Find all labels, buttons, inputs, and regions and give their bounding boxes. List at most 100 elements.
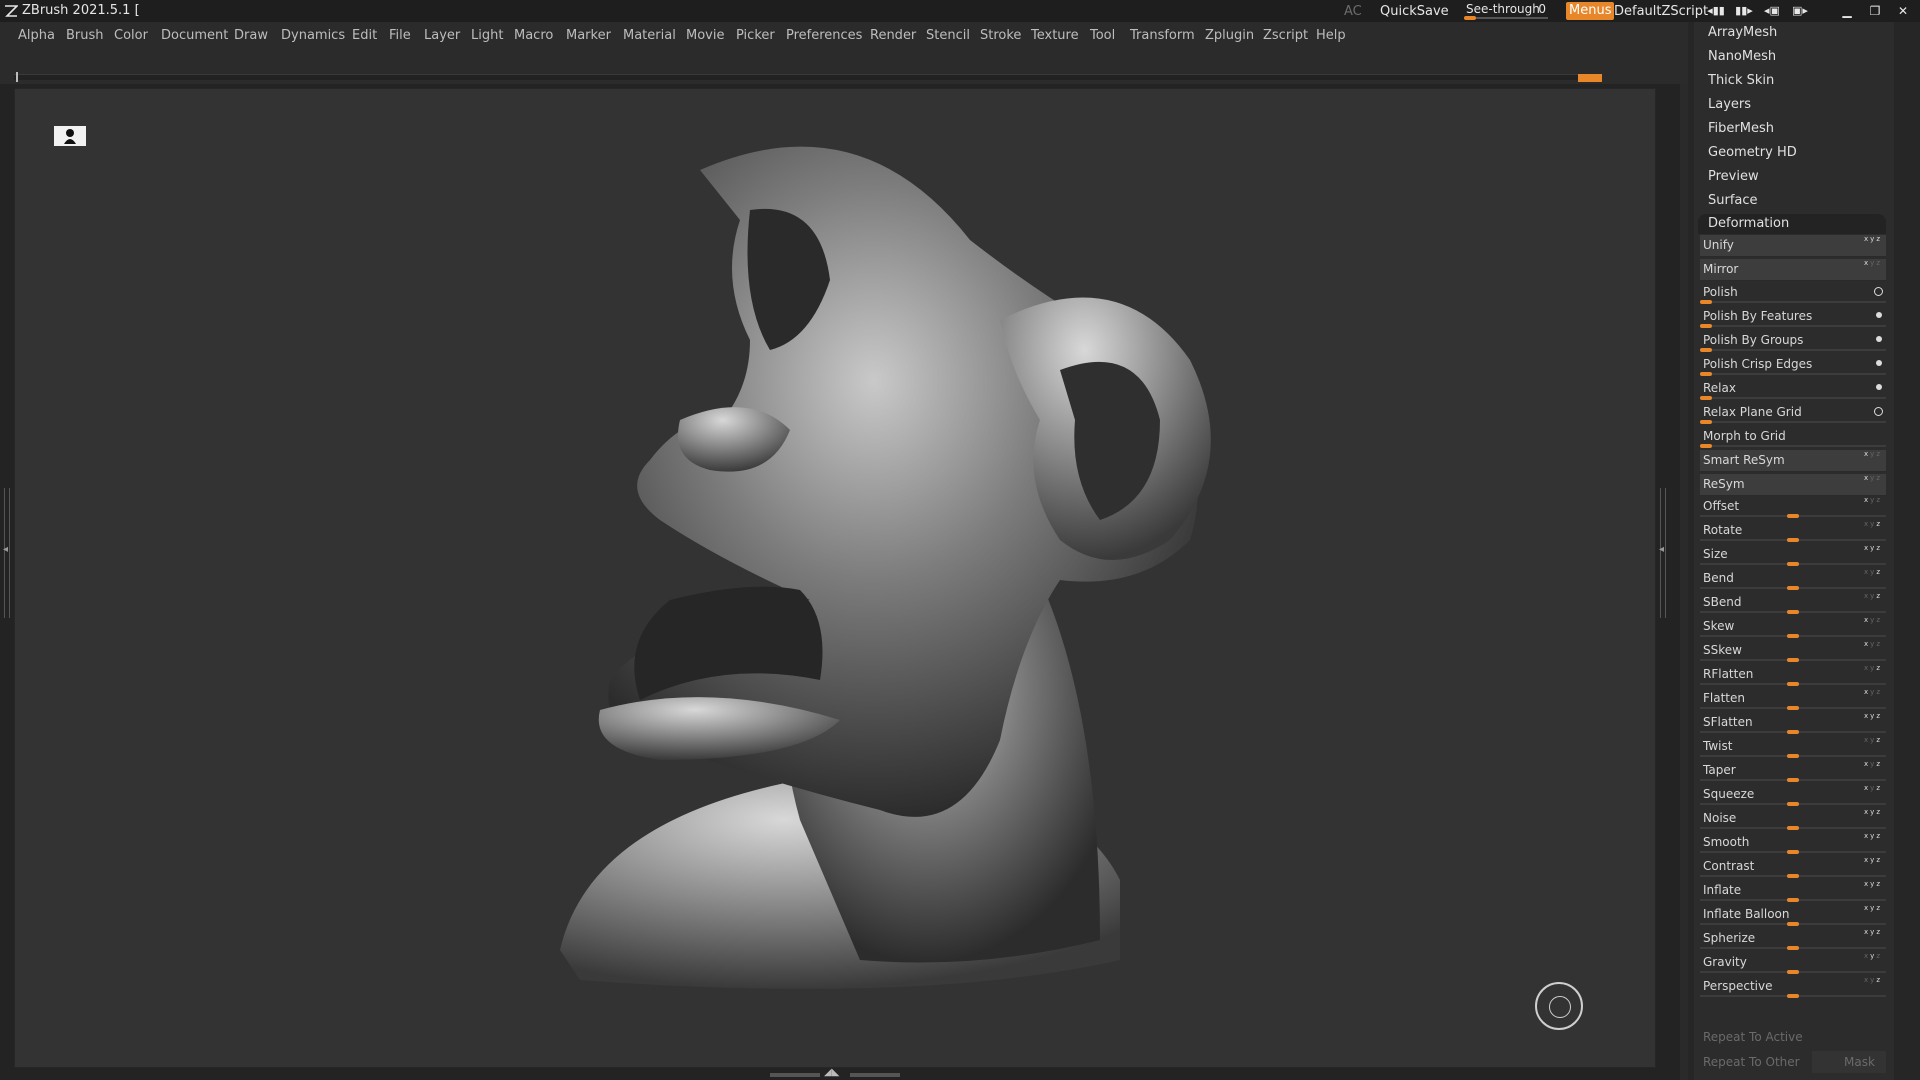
relax-dot-icon[interactable] xyxy=(1876,384,1882,390)
minimize-icon[interactable]: ▁ xyxy=(1838,2,1856,20)
menu-movie[interactable]: Movie xyxy=(686,28,724,43)
ui-swap-left-icon[interactable]: ◂▣ xyxy=(1762,3,1782,19)
layout-next-icon[interactable]: ▮▮▸ xyxy=(1734,3,1754,19)
menu-stroke[interactable]: Stroke xyxy=(980,28,1021,43)
inflate-knob[interactable] xyxy=(1787,898,1799,902)
menus-toggle-button[interactable]: Menus xyxy=(1566,2,1615,20)
morph-to-grid-slider[interactable]: Morph to Grid xyxy=(1700,426,1886,448)
taper-axis-icons[interactable]: xyz xyxy=(1864,760,1882,768)
noise-axis-icons[interactable]: xyz xyxy=(1864,808,1882,816)
twist-axis-icons[interactable]: xyz xyxy=(1864,736,1882,744)
relax-knob[interactable] xyxy=(1700,396,1712,400)
ac-toggle[interactable]: AC xyxy=(1344,2,1362,20)
gravity-slider[interactable]: Gravity xyz xyxy=(1700,952,1886,974)
left-tray-grip[interactable]: ◂ xyxy=(3,488,10,618)
size-knob[interactable] xyxy=(1787,562,1799,566)
contrast-slider[interactable]: Contrast xyz xyxy=(1700,856,1886,878)
menu-tool[interactable]: Tool xyxy=(1090,28,1115,43)
sbend-slider[interactable]: SBend xyz xyxy=(1700,592,1886,614)
rflatten-axis-icons[interactable]: xyz xyxy=(1864,664,1882,672)
polish-crisp-edges-slider[interactable]: Polish Crisp Edges xyxy=(1700,354,1886,376)
see-through-slider[interactable]: See-through 0 xyxy=(1460,1,1552,21)
size-slider[interactable]: Size xyz xyxy=(1700,544,1886,566)
deformation-title[interactable]: Deformation xyxy=(1708,216,1789,231)
inflate-balloon-axis-icons[interactable]: xyz xyxy=(1864,904,1882,912)
menu-color[interactable]: Color xyxy=(114,28,148,43)
subpalette-preview[interactable]: Preview xyxy=(1708,169,1759,184)
noise-slider[interactable]: Noise xyz xyxy=(1700,808,1886,830)
bend-slider[interactable]: Bend xyz xyxy=(1700,568,1886,590)
unify-axis-icons[interactable]: xyz xyxy=(1864,235,1882,243)
polish-by-groups-dot-icon[interactable] xyxy=(1876,336,1882,342)
sflatten-knob[interactable] xyxy=(1787,730,1799,734)
contrast-axis-icons[interactable]: xyz xyxy=(1864,856,1882,864)
taper-slider[interactable]: Taper xyz xyxy=(1700,760,1886,782)
sflatten-slider[interactable]: SFlatten xyz xyxy=(1700,712,1886,734)
repeat-to-other-button[interactable]: Repeat To Other xyxy=(1703,1055,1800,1069)
rotate-axis-icons[interactable]: xyz xyxy=(1864,520,1882,528)
rflatten-slider[interactable]: RFlatten xyz xyxy=(1700,664,1886,686)
offset-axis-icons[interactable]: xyz xyxy=(1864,496,1882,504)
sskew-knob[interactable] xyxy=(1787,658,1799,662)
menu-document[interactable]: Document xyxy=(161,28,228,43)
inflate-balloon-knob[interactable] xyxy=(1787,922,1799,926)
polish-slider[interactable]: Polish xyxy=(1700,282,1886,304)
gravity-knob[interactable] xyxy=(1787,970,1799,974)
morph-to-grid-knob[interactable] xyxy=(1700,444,1712,448)
menu-help[interactable]: Help xyxy=(1316,28,1346,43)
bend-knob[interactable] xyxy=(1787,586,1799,590)
menu-material[interactable]: Material xyxy=(623,28,676,43)
layout-prev-icon[interactable]: ◂▮▮ xyxy=(1706,3,1726,19)
timeline-marker[interactable] xyxy=(1578,74,1602,82)
subpalette-thick-skin[interactable]: Thick Skin xyxy=(1708,73,1774,88)
subpalette-layers[interactable]: Layers xyxy=(1708,97,1751,112)
mirror-button[interactable]: Mirror xyz xyxy=(1700,259,1886,281)
bottom-tray-grip[interactable]: ◢◣ xyxy=(770,1067,900,1080)
relax-plane-grid-ring-icon[interactable] xyxy=(1874,407,1883,416)
polish-crisp-edges-knob[interactable] xyxy=(1700,372,1712,376)
menu-marker[interactable]: Marker xyxy=(566,28,611,43)
rotate-slider[interactable]: Rotate xyz xyxy=(1700,520,1886,542)
repeat-to-active-button[interactable]: Repeat To Active xyxy=(1703,1030,1803,1044)
mirror-axis-icons[interactable]: xyz xyxy=(1864,259,1882,267)
offset-slider[interactable]: Offset xyz xyxy=(1700,496,1886,518)
right-tray-grip[interactable]: ◂ xyxy=(1659,488,1666,618)
polish-by-groups-slider[interactable]: Polish By Groups xyxy=(1700,330,1886,352)
inflate-slider[interactable]: Inflate xyz xyxy=(1700,880,1886,902)
smart-resym-button[interactable]: Smart ReSym xyz xyxy=(1700,450,1886,472)
view-rotate-gizmo[interactable] xyxy=(1535,982,1583,1030)
timeline-track[interactable] xyxy=(14,74,1602,80)
menu-render[interactable]: Render xyxy=(870,28,916,43)
inflate-balloon-slider[interactable]: Inflate Balloon xyz xyxy=(1700,904,1886,926)
spherize-axis-icons[interactable]: xyz xyxy=(1864,928,1882,936)
smart-resym-axis-icons[interactable]: xyz xyxy=(1864,450,1882,458)
flatten-slider[interactable]: Flatten xyz xyxy=(1700,688,1886,710)
contrast-knob[interactable] xyxy=(1787,874,1799,878)
menu-draw[interactable]: Draw xyxy=(234,28,268,43)
relax-plane-grid-slider[interactable]: Relax Plane Grid xyxy=(1700,402,1886,424)
squeeze-knob[interactable] xyxy=(1787,802,1799,806)
sskew-slider[interactable]: SSkew xyz xyxy=(1700,640,1886,662)
size-axis-icons[interactable]: xyz xyxy=(1864,544,1882,552)
polish-by-features-dot-icon[interactable] xyxy=(1876,312,1882,318)
restore-icon[interactable]: ❐ xyxy=(1866,2,1884,20)
twist-knob[interactable] xyxy=(1787,754,1799,758)
flatten-knob[interactable] xyxy=(1787,706,1799,710)
perspective-knob[interactable] xyxy=(1787,994,1799,998)
spherize-knob[interactable] xyxy=(1787,946,1799,950)
sskew-axis-icons[interactable]: xyz xyxy=(1864,640,1882,648)
polish-by-features-slider[interactable]: Polish By Features xyxy=(1700,306,1886,328)
subpalette-surface[interactable]: Surface xyxy=(1708,193,1758,208)
bend-axis-icons[interactable]: xyz xyxy=(1864,568,1882,576)
perspective-slider[interactable]: Perspective xyz xyxy=(1700,976,1886,998)
close-icon[interactable]: ✕ xyxy=(1894,2,1912,20)
subpalette-nanomesh[interactable]: NanoMesh xyxy=(1708,49,1776,64)
menu-alpha[interactable]: Alpha xyxy=(18,28,55,43)
menu-preferences[interactable]: Preferences xyxy=(786,28,862,43)
sbend-axis-icons[interactable]: xyz xyxy=(1864,592,1882,600)
menu-dynamics[interactable]: Dynamics xyxy=(281,28,345,43)
polish-ring-icon[interactable] xyxy=(1874,287,1883,296)
menu-picker[interactable]: Picker xyxy=(736,28,775,43)
rflatten-knob[interactable] xyxy=(1787,682,1799,686)
menu-texture[interactable]: Texture xyxy=(1031,28,1079,43)
